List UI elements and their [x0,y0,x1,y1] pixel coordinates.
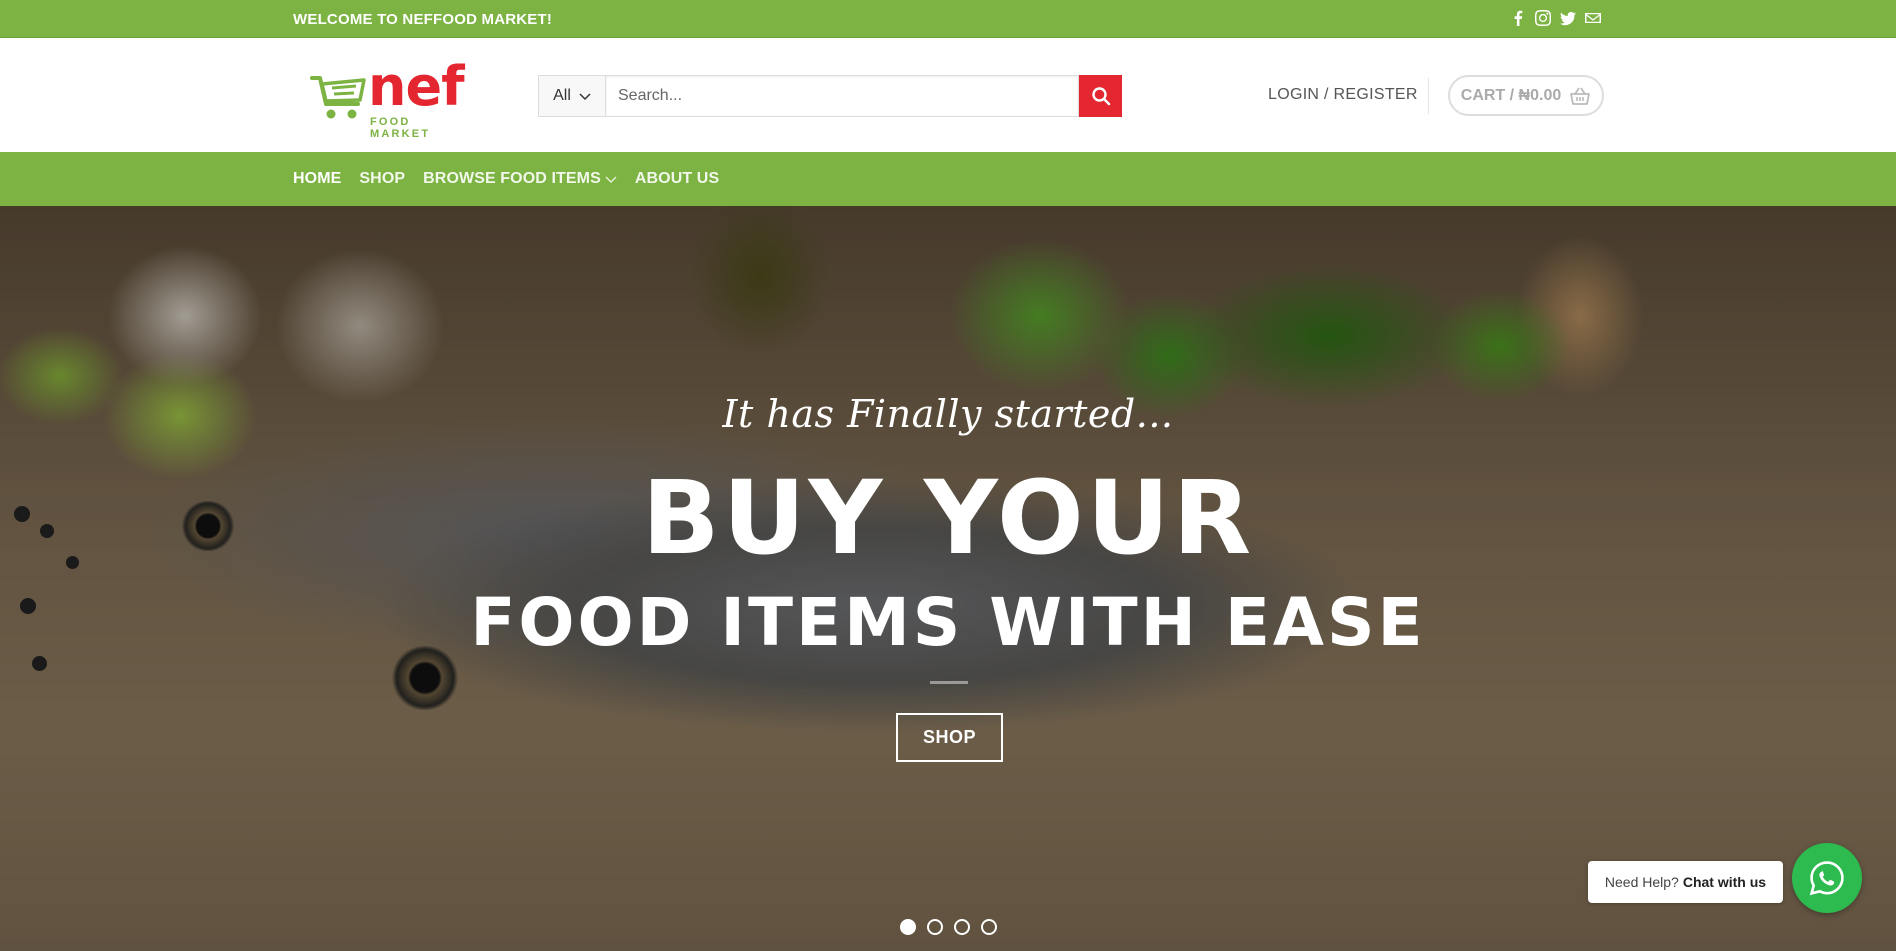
slider-dot[interactable] [981,919,997,935]
hero-divider [930,681,968,684]
logo-wordmark: nef [368,55,465,118]
nav-item-label: ABOUT US [634,170,720,187]
nav-item-label: BROWSE FOOD ITEMS [423,170,601,187]
slider-dot[interactable] [900,919,916,935]
hero-headline: BUY YOUR [641,459,1255,578]
facebook-icon[interactable] [1510,10,1526,26]
hero-slider: It has Finally started... BUY YOUR FOOD … [0,206,1896,951]
whatsapp-icon [1809,861,1844,896]
email-icon[interactable] [1585,10,1601,26]
slider-dot[interactable] [954,919,970,935]
search-input[interactable] [606,75,1079,117]
slider-pagination [900,919,997,935]
site-header: nef FOOD MARKET All LOGIN / REGISTER CAR… [0,38,1896,152]
chevron-down-icon [605,176,617,183]
search-form: All [538,75,1122,117]
nav-item-label: HOME [293,170,342,187]
cart-label: CART / ₦0.00 [1460,86,1562,104]
nav-item-browse-food-items[interactable]: BROWSE FOOD ITEMS [423,170,617,188]
basket-icon [1570,87,1591,105]
chevron-down-icon [579,93,591,101]
instagram-icon[interactable] [1535,10,1551,26]
main-nav: HOME SHOP BROWSE FOOD ITEMS ABOUT US [0,152,1896,206]
nav-item-home[interactable]: HOME [293,170,341,188]
hero-overlay [0,206,1896,951]
nav-item-about-us[interactable]: ABOUT US [635,170,719,188]
search-category-value: All [553,87,571,104]
login-register-link[interactable]: LOGIN / REGISTER [1268,86,1418,104]
social-links [1510,10,1601,26]
header-divider [1428,78,1429,114]
search-icon [1091,87,1110,106]
slider-dot[interactable] [927,919,943,935]
chat-help-bubble[interactable]: Need Help? Chat with us [1588,861,1783,903]
nav-item-shop[interactable]: SHOP [359,170,405,188]
hero-tagline: It has Finally started... [722,392,1174,436]
chat-action: Chat with us [1682,874,1767,890]
hero-subheadline: FOOD ITEMS WITH EASE [470,584,1426,661]
site-logo[interactable]: nef FOOD MARKET [310,56,470,140]
nav-item-label: SHOP [359,170,406,187]
top-bar: WELCOME TO NEFFOOD MARKET! [0,0,1896,38]
twitter-icon[interactable] [1560,10,1576,26]
whatsapp-button[interactable] [1792,843,1862,913]
chat-prefix: Need Help? [1604,874,1679,890]
welcome-message: WELCOME TO NEFFOOD MARKET! [293,11,553,28]
logo-subtitle: FOOD MARKET [370,116,431,140]
logo-cart-icon [310,76,366,119]
cart-button[interactable]: CART / ₦0.00 [1448,75,1604,116]
hero-shop-button[interactable]: SHOP [896,713,1003,762]
search-category-select[interactable]: All [538,75,606,117]
search-button[interactable] [1079,75,1122,117]
